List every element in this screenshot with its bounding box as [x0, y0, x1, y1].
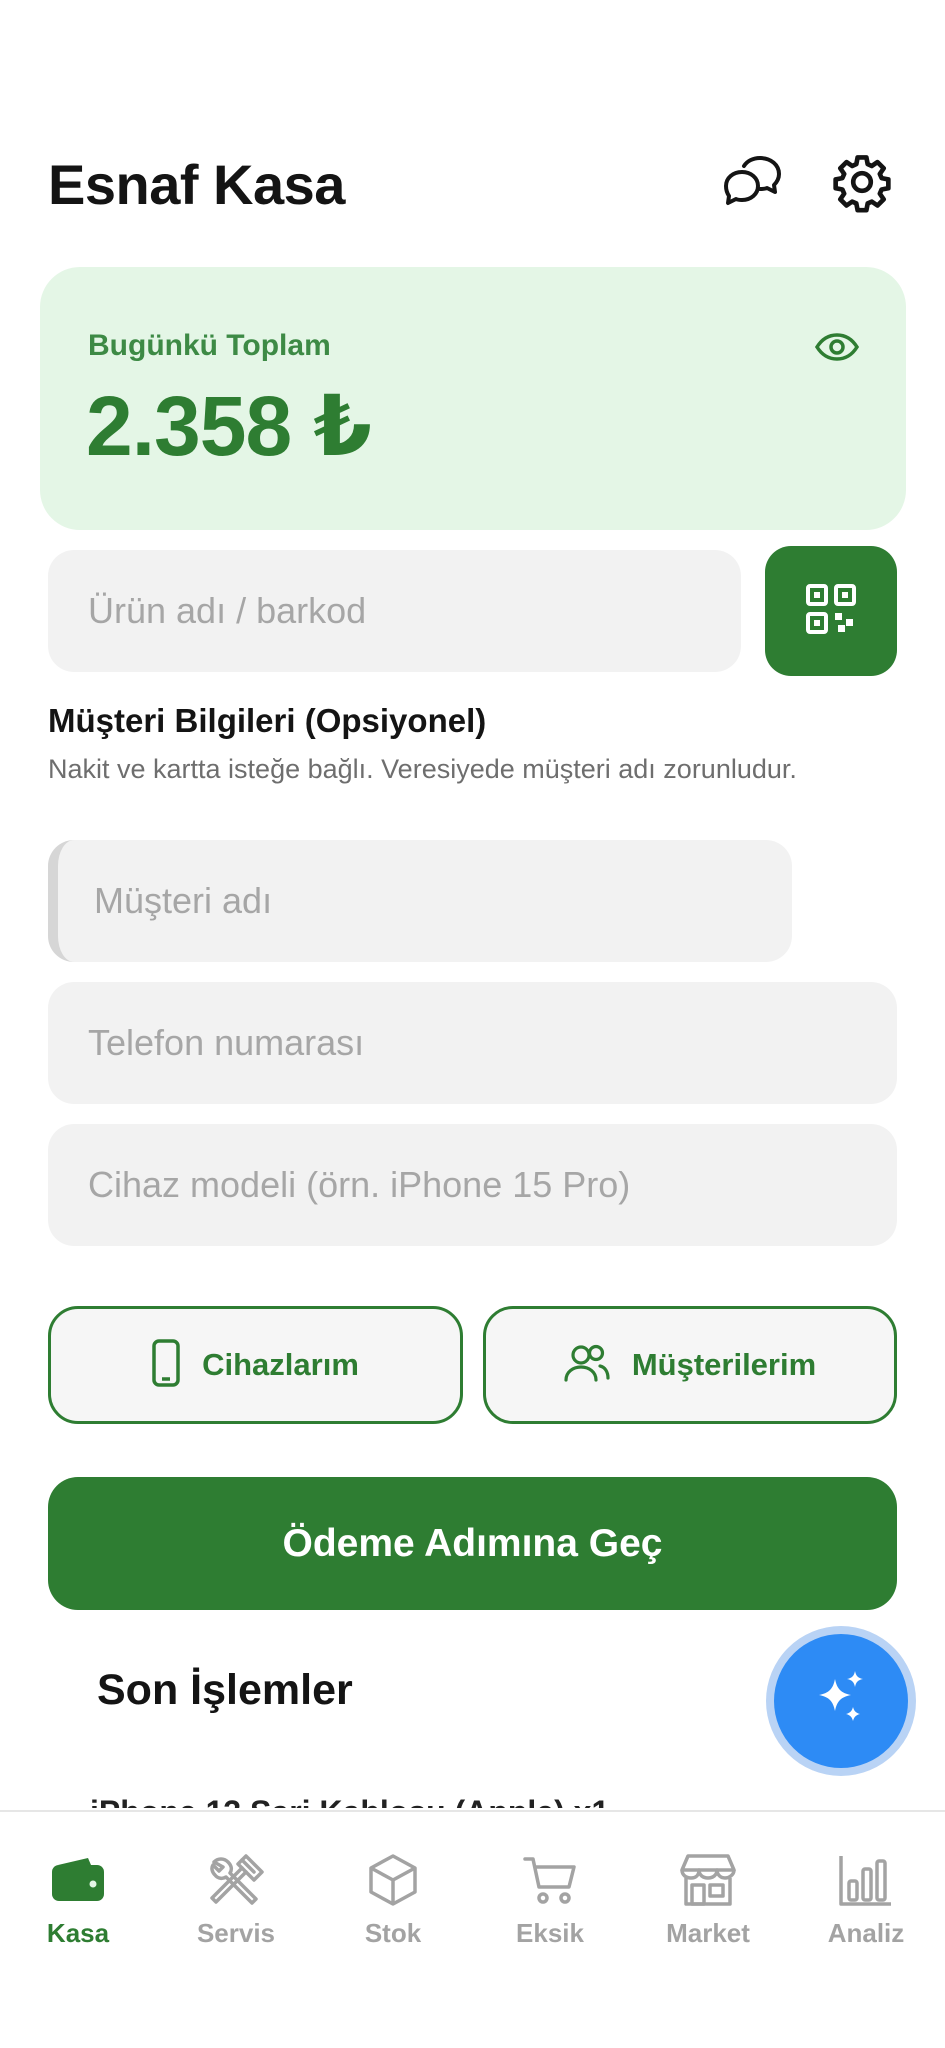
tab-label: Stok — [364, 1918, 422, 1948]
store-icon — [678, 1852, 738, 1908]
bar-chart-icon — [836, 1852, 896, 1908]
tab-label: Market — [666, 1918, 750, 1948]
ai-assistant-button-inner — [774, 1634, 908, 1768]
tools-icon — [206, 1852, 266, 1908]
list-item[interactable]: iPhone 13 Şarj Kablosu (Apple) x1 — [90, 1792, 730, 1808]
my-customers-label: Müşterilerim — [631, 1347, 817, 1382]
ai-assistant-button[interactable] — [766, 1626, 916, 1776]
tab-label: Servis — [196, 1918, 276, 1948]
box-icon — [363, 1852, 423, 1908]
customer-section-title: Müşteri Bilgileri (Opsiyonel) — [48, 702, 487, 739]
phone-icon — [152, 1338, 180, 1392]
tab-servis[interactable]: Servis — [161, 1852, 311, 1962]
tab-label: Analiz — [827, 1918, 905, 1948]
customer-name-input[interactable] — [48, 840, 792, 962]
tab-stok[interactable]: Stok — [318, 1852, 468, 1962]
my-devices-button[interactable]: Cihazlarım — [48, 1306, 463, 1424]
tab-label: Eksik — [516, 1918, 584, 1948]
chat-bubbles-icon[interactable] — [720, 148, 784, 216]
recent-transactions-title: Son İşlemler — [97, 1666, 353, 1714]
gear-icon[interactable] — [830, 148, 894, 216]
list-item-title: iPhone 13 Şarj Kablosu (Apple) x1 — [90, 1794, 730, 1808]
bottom-tab-bar: Kasa Servis Stok Eksik Market Analiz — [0, 1810, 945, 2048]
proceed-to-payment-button[interactable]: Ödeme Adımına Geç — [48, 1477, 897, 1610]
wallet-icon — [48, 1852, 108, 1908]
device-model-input[interactable] — [48, 1124, 897, 1246]
tab-kasa[interactable]: Kasa — [3, 1852, 153, 1962]
tab-market[interactable]: Market — [633, 1852, 783, 1962]
eye-icon[interactable] — [814, 327, 860, 367]
my-devices-label: Cihazlarım — [202, 1347, 359, 1382]
sparkles-icon — [809, 1667, 873, 1736]
users-icon — [564, 1344, 610, 1387]
qr-scan-button[interactable] — [765, 546, 897, 676]
tab-eksik[interactable]: Eksik — [475, 1852, 625, 1962]
daily-total-label: Bugünkü Toplam — [88, 329, 331, 362]
qr-code-icon — [805, 583, 857, 640]
app-title: Esnaf Kasa — [48, 153, 345, 216]
phone-number-input[interactable] — [48, 982, 897, 1104]
tab-label: Kasa — [46, 1918, 110, 1948]
my-customers-button[interactable]: Müşterilerim — [483, 1306, 897, 1424]
product-search-input[interactable] — [48, 550, 741, 672]
daily-total-amount: 2.358 ₺ — [86, 379, 372, 473]
app-header: Esnaf Kasa — [48, 148, 898, 222]
tab-analiz[interactable]: Analiz — [791, 1852, 941, 1962]
daily-total-card: Bugünkü Toplam 2.358 ₺ — [40, 267, 906, 530]
customer-section-description: Nakit ve kartta isteğe bağlı. Veresiyede… — [48, 754, 797, 784]
proceed-to-payment-label: Ödeme Adımına Geç — [282, 1521, 663, 1565]
cart-icon — [520, 1852, 580, 1908]
